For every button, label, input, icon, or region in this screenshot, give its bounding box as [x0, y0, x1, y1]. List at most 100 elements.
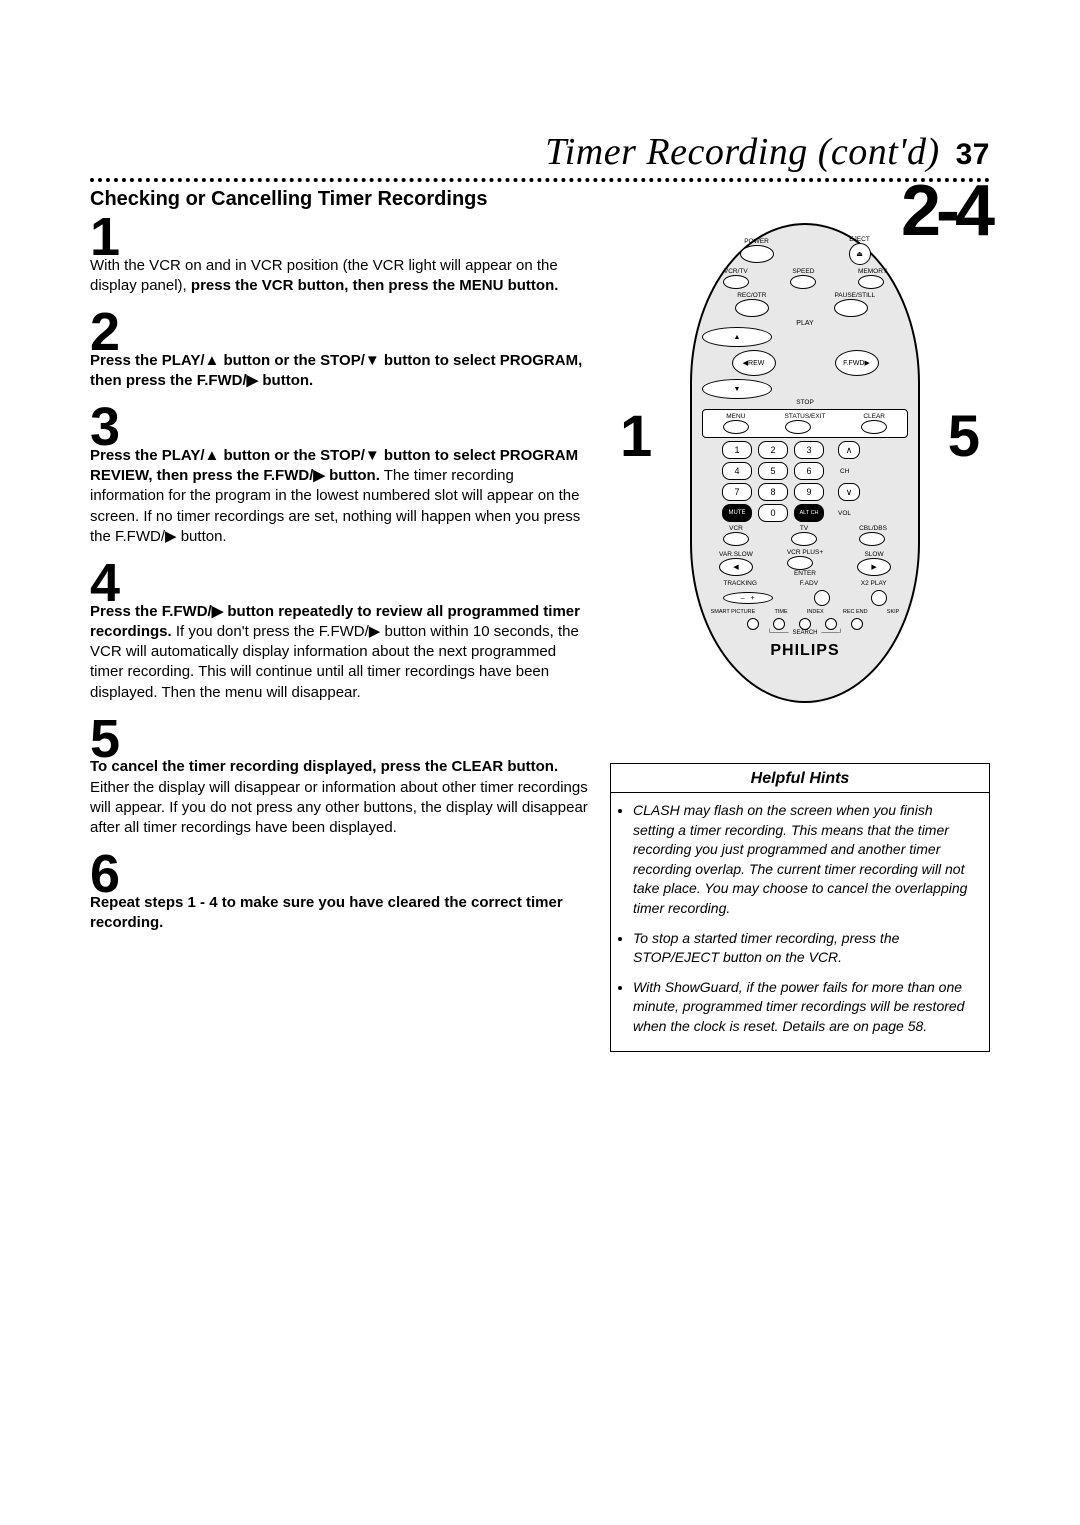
ch-label: CH: [840, 468, 849, 475]
vol-label: VOL: [838, 510, 851, 517]
skip-label: SKIP: [887, 609, 900, 615]
pausestill-button[interactable]: [834, 299, 868, 317]
vcrtv-label: VCR/TV: [723, 268, 749, 275]
eject-button[interactable]: ⏏: [849, 243, 871, 265]
altch-button[interactable]: ALT CH: [794, 504, 824, 522]
status-button[interactable]: [785, 420, 811, 434]
play-button[interactable]: ▲: [702, 327, 772, 347]
tracking-label: TRACKING: [723, 580, 757, 587]
eject-label: EJECT: [849, 236, 871, 243]
remote-diagram: 1 5 POWER EJECT⏏ VCR/TV SPEED MEMORY: [610, 223, 990, 723]
step-5: 5 To cancel the timer recording displaye…: [90, 715, 590, 839]
steps-column: 1 With the VCR on and in VCR position (t…: [90, 213, 590, 1052]
fadv-button[interactable]: [814, 590, 830, 606]
key-4[interactable]: 4: [722, 462, 752, 480]
key-7[interactable]: 7: [722, 483, 752, 501]
hint-item: To stop a started timer recording, press…: [633, 929, 975, 968]
hint-item: With ShowGuard, if the power fails for m…: [633, 978, 975, 1037]
key-2[interactable]: 2: [758, 441, 788, 459]
step-body: Press the PLAY/▲ button or the STOP/▼ bu…: [90, 446, 590, 547]
step-body: To cancel the timer recording displayed,…: [90, 757, 590, 838]
status-label: STATUS/EXIT: [785, 413, 826, 420]
step-4: 4 Press the F.FWD/▶ button repeatedly to…: [90, 559, 590, 703]
play-label: PLAY: [702, 320, 908, 327]
step-body: Repeat steps 1 - 4 to make sure you have…: [90, 893, 590, 934]
slow-button[interactable]: ▶: [857, 558, 891, 576]
step-number: 4: [90, 559, 120, 608]
tracking-button[interactable]: – +: [723, 592, 773, 604]
menu-button[interactable]: [723, 420, 749, 434]
time-button[interactable]: [773, 618, 785, 630]
helpful-hints-box: Helpful Hints CLASH may flash on the scr…: [610, 763, 990, 1052]
step-number: 5: [90, 715, 120, 764]
cbl-button[interactable]: [859, 532, 885, 546]
page-number: 37: [956, 138, 990, 171]
pausestill-label: PAUSE/STILL: [834, 292, 875, 299]
step-number: 6: [90, 850, 120, 899]
hints-title: Helpful Hints: [611, 764, 989, 793]
recotr-button[interactable]: [735, 299, 769, 317]
subhead-row: Checking or Cancelling Timer Recordings …: [90, 188, 990, 211]
index-button[interactable]: [799, 618, 811, 630]
ch-down[interactable]: ∨: [838, 483, 860, 501]
clear-label: CLEAR: [861, 413, 887, 420]
key-3[interactable]: 3: [794, 441, 824, 459]
menu-label: MENU: [723, 413, 749, 420]
mute-button[interactable]: MUTE: [722, 504, 752, 522]
step-number: 2: [90, 308, 120, 357]
recotr-label: REC/OTR: [735, 292, 769, 299]
key-6[interactable]: 6: [794, 462, 824, 480]
recend-label: REC END: [843, 609, 868, 615]
stop-label: STOP: [702, 399, 908, 406]
memory-button[interactable]: [858, 275, 884, 289]
power-button[interactable]: [740, 245, 774, 263]
callout-5: 5: [948, 403, 980, 470]
vcr-button[interactable]: [723, 532, 749, 546]
speed-button[interactable]: [790, 275, 816, 289]
key-0[interactable]: 0: [758, 504, 788, 522]
varslow-button[interactable]: ◀: [719, 558, 753, 576]
step-2: 2 Press the PLAY/▲ button or the STOP/▼ …: [90, 308, 590, 391]
ffwd-button[interactable]: F.FWD ▶: [835, 350, 879, 376]
x2-button[interactable]: [871, 590, 887, 606]
hint-item: CLASH may flash on the screen when you f…: [633, 801, 975, 919]
subsection-heading: Checking or Cancelling Timer Recordings: [90, 188, 990, 211]
callout-1: 1: [620, 403, 652, 470]
smart-label: SMART PICTURE: [711, 609, 756, 615]
x2-label: X2 PLAY: [861, 580, 887, 587]
smart-button[interactable]: [747, 618, 759, 630]
two-column-layout: 1 With the VCR on and in VCR position (t…: [90, 213, 990, 1052]
menu-status-clear-row: MENU STATUS/EXIT CLEAR: [702, 409, 908, 438]
step-number: 1: [90, 213, 120, 262]
key-1[interactable]: 1: [722, 441, 752, 459]
recend-button[interactable]: [825, 618, 837, 630]
hints-list: CLASH may flash on the screen when you f…: [633, 801, 975, 1037]
varslow-label: VAR.SLOW: [719, 551, 753, 558]
tv-button[interactable]: [791, 532, 817, 546]
cbl-label: CBL/DBS: [859, 525, 887, 532]
vcrtv-button[interactable]: [723, 275, 749, 289]
clear-button[interactable]: [861, 420, 887, 434]
memory-label: MEMORY: [858, 268, 887, 275]
enter-button[interactable]: [787, 556, 813, 570]
fadv-label: F.ADV: [800, 580, 818, 587]
search-bracket: └──── SEARCH ────┘: [702, 630, 908, 636]
power-label: POWER: [740, 238, 774, 245]
time-label: TIME: [775, 609, 788, 615]
step-body: Press the F.FWD/▶ button repeatedly to r…: [90, 602, 590, 703]
speed-label: SPEED: [790, 268, 816, 275]
skip-button[interactable]: [851, 618, 863, 630]
key-5[interactable]: 5: [758, 462, 788, 480]
stop-button[interactable]: ▼: [702, 379, 772, 399]
page-title-row: Timer Recording (cont'd) 37: [90, 130, 990, 174]
key-8[interactable]: 8: [758, 483, 788, 501]
rew-button[interactable]: ◀ REW: [732, 350, 776, 376]
step-6: 6 Repeat steps 1 - 4 to make sure you ha…: [90, 850, 590, 933]
dotted-rule: [90, 178, 990, 182]
right-column: 1 5 POWER EJECT⏏ VCR/TV SPEED MEMORY: [610, 213, 990, 1052]
search-dots: [702, 618, 908, 630]
manual-page: Timer Recording (cont'd) 37 Checking or …: [90, 130, 990, 1052]
ch-up[interactable]: ∧: [838, 441, 860, 459]
key-9[interactable]: 9: [794, 483, 824, 501]
remote-control: POWER EJECT⏏ VCR/TV SPEED MEMORY REC/OTR…: [690, 223, 920, 703]
